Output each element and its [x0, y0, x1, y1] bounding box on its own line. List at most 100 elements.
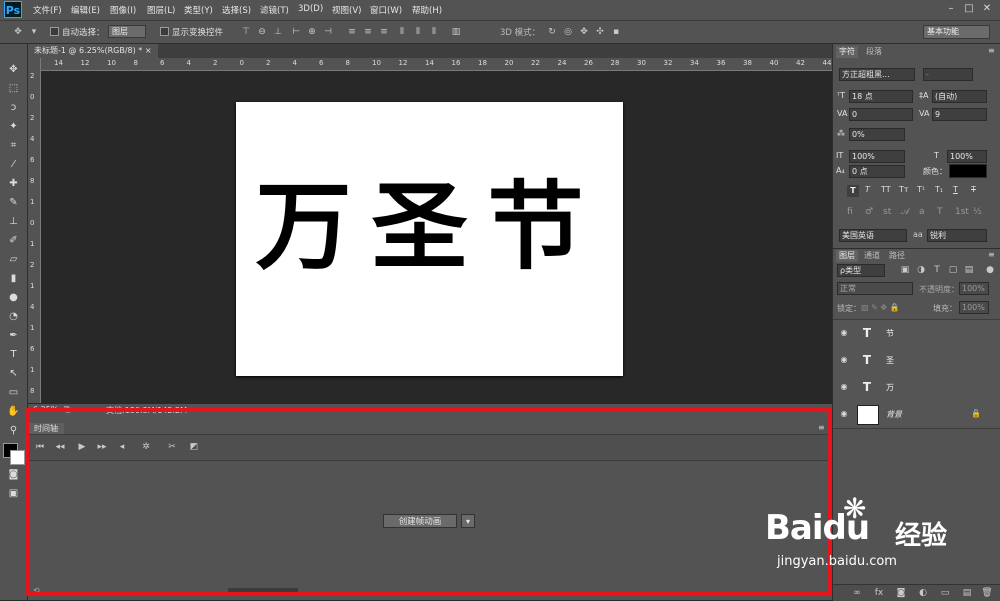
anti-alias-dropdown[interactable]: 锐利: [927, 229, 987, 242]
language-dropdown[interactable]: 美国英语: [839, 229, 907, 242]
menu-filter[interactable]: 滤镜(T): [260, 4, 289, 16]
menu-edit[interactable]: 编辑(E): [71, 4, 100, 16]
faux-bold-button[interactable]: T: [847, 185, 859, 197]
add-mask-icon[interactable]: ◙: [895, 588, 907, 598]
tab-character[interactable]: 字符: [836, 46, 858, 58]
align-vcenter-icon[interactable]: ⊖: [256, 27, 268, 37]
tab-layers[interactable]: 图层: [836, 250, 858, 262]
filter-pixel-icon[interactable]: ▣: [899, 265, 911, 275]
distribute-top-icon[interactable]: ≡: [346, 27, 358, 37]
visibility-eye-icon[interactable]: ◉: [839, 409, 849, 419]
align-bottom-icon[interactable]: ⊥: [272, 27, 284, 37]
timeline-tab[interactable]: 时间轴: [28, 423, 64, 434]
visibility-eye-icon[interactable]: ◉: [839, 328, 849, 338]
underline-button[interactable]: T: [953, 185, 958, 194]
screen-mode-icon[interactable]: ▣: [5, 486, 22, 502]
blur-tool-icon[interactable]: ●: [5, 290, 22, 306]
workspace-dropdown[interactable]: 基本功能: [923, 25, 990, 39]
menu-window[interactable]: 窗口(W): [370, 4, 402, 16]
leading-field[interactable]: (自动): [932, 90, 987, 103]
discretionary-ligature-icon[interactable]: ♂: [865, 207, 873, 217]
layer-name[interactable]: 节: [886, 328, 894, 339]
subscript-button[interactable]: T₁: [935, 185, 943, 194]
gradient-tool-icon[interactable]: ▮: [5, 271, 22, 287]
magic-wand-tool-icon[interactable]: ✦: [5, 119, 22, 135]
character-panel-menu-icon[interactable]: ≡: [988, 46, 995, 55]
filter-adjustment-icon[interactable]: ◑: [915, 265, 927, 275]
layer-row[interactable]: ◉ T 圣: [833, 347, 1000, 375]
layer-row[interactable]: ◉ T 节: [833, 320, 1000, 348]
distribute-vcenter-icon[interactable]: ≡: [362, 27, 374, 37]
layer-name[interactable]: 背景: [886, 409, 902, 420]
brush-tool-icon[interactable]: ✎: [5, 195, 22, 211]
ordinals-icon[interactable]: T: [937, 207, 943, 217]
zoom-level[interactable]: 6.25%: [33, 405, 58, 414]
layers-panel-menu-icon[interactable]: ≡: [988, 250, 995, 259]
hand-tool-icon[interactable]: ✋: [5, 404, 22, 420]
3d-drag-icon[interactable]: ✥: [578, 27, 590, 37]
scissors-icon[interactable]: ✂: [166, 442, 178, 452]
layer-row[interactable]: ◉ T 万: [833, 374, 1000, 402]
timeline-footer-icon[interactable]: ⟲: [33, 586, 40, 595]
tab-paragraph[interactable]: 段落: [863, 46, 885, 58]
font-family-field[interactable]: 方正超粗黑...: [839, 68, 915, 81]
next-frame-icon[interactable]: ▸▸: [96, 442, 108, 452]
menu-3d[interactable]: 3D(D): [298, 4, 323, 14]
photoshop-logo[interactable]: Ps: [4, 1, 22, 18]
lock-icons[interactable]: ▨ ✎ ✥ 🔒: [861, 303, 900, 312]
panel-menu-icon[interactable]: ≡: [818, 423, 825, 432]
timeline-zoom-slider[interactable]: [228, 588, 298, 592]
3d-roll-icon[interactable]: ◎: [562, 27, 574, 37]
quick-mask-icon[interactable]: ◙: [5, 467, 22, 483]
distribute-bottom-icon[interactable]: ≡: [378, 27, 390, 37]
menu-type[interactable]: 类型(Y): [184, 4, 213, 16]
menu-file[interactable]: 文件(F): [33, 4, 62, 16]
text-color-swatch[interactable]: [949, 164, 987, 178]
auto-align-icon[interactable]: ▥: [450, 27, 462, 37]
previous-frame-icon[interactable]: ◂◂: [54, 442, 66, 452]
shape-tool-icon[interactable]: ▭: [5, 385, 22, 401]
document-tab[interactable]: 未标题-1 @ 6.25%(RGB/8) * ×: [28, 44, 158, 58]
horizontal-scale-field[interactable]: 100%: [947, 150, 987, 163]
delete-layer-icon[interactable]: 🗑: [981, 588, 993, 598]
align-right-icon[interactable]: ⊣: [322, 27, 334, 37]
transition-icon[interactable]: ◩: [188, 442, 200, 452]
filter-smart-object-icon[interactable]: ▤: [963, 265, 975, 275]
align-left-icon[interactable]: ⊢: [290, 27, 302, 37]
vertical-scale-field[interactable]: 100%: [849, 150, 905, 163]
first-frame-icon[interactable]: ⏮: [34, 442, 46, 452]
crop-tool-icon[interactable]: ⌗: [5, 138, 22, 154]
marquee-tool-icon[interactable]: ⬚: [5, 81, 22, 97]
move-tool-icon[interactable]: ✥: [12, 27, 24, 37]
font-style-field[interactable]: -: [923, 68, 973, 81]
menu-view[interactable]: 视图(V): [332, 4, 361, 16]
fill-field[interactable]: 100%: [959, 301, 989, 314]
canvas-text[interactable]: 万圣节: [236, 172, 623, 282]
clone-stamp-tool-icon[interactable]: ⊥: [5, 214, 22, 230]
visibility-eye-icon[interactable]: ◉: [839, 355, 849, 365]
type-tool-icon[interactable]: T: [5, 347, 22, 363]
create-animation-dropdown-icon[interactable]: ▾: [461, 514, 475, 528]
create-frame-animation-button[interactable]: 创建帧动画: [383, 514, 457, 528]
3d-slide-icon[interactable]: ✣: [594, 27, 606, 37]
play-icon[interactable]: ▶: [76, 442, 88, 452]
dodge-tool-icon[interactable]: ◔: [5, 309, 22, 325]
blend-mode-dropdown[interactable]: 正常: [837, 282, 913, 295]
healing-brush-tool-icon[interactable]: ✚: [5, 176, 22, 192]
strikethrough-button[interactable]: T: [971, 185, 976, 194]
tab-paths[interactable]: 路径: [886, 250, 908, 262]
link-layers-icon[interactable]: ∞: [851, 588, 863, 598]
tracking-field[interactable]: 9: [932, 108, 987, 121]
menu-select[interactable]: 选择(S): [222, 4, 251, 16]
kerning-field[interactable]: 0: [849, 108, 913, 121]
audio-icon[interactable]: ◂: [116, 442, 128, 452]
vertical-ruler[interactable]: 2024681012141618: [28, 58, 41, 403]
auto-select-target-dropdown[interactable]: 图层: [108, 25, 146, 38]
layer-name[interactable]: 万: [886, 382, 894, 393]
document-canvas[interactable]: 万圣节: [236, 102, 623, 376]
baseline-shift-field[interactable]: 0 点: [849, 165, 905, 178]
layer-style-icon[interactable]: fx: [873, 588, 885, 598]
menu-layer[interactable]: 图层(L): [147, 4, 175, 16]
show-transform-checkbox[interactable]: [160, 27, 169, 36]
font-size-field[interactable]: 18 点: [849, 90, 913, 103]
